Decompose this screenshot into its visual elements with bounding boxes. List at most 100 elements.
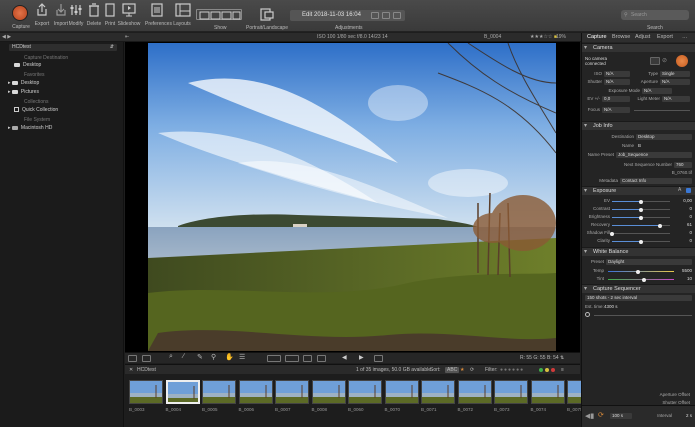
search-input[interactable]: ⚲ Search (621, 10, 689, 20)
iso-select[interactable]: N/A (604, 71, 630, 77)
exposure-slider-value[interactable]: 0 (674, 238, 692, 243)
camera-disconnect-icon[interactable]: ⊘ (662, 57, 672, 65)
temp-value[interactable]: 5500 (678, 268, 692, 273)
rotate-icon[interactable]: ⟳ (470, 367, 474, 373)
slider-track[interactable] (608, 279, 674, 280)
portrait-landscape-icon[interactable] (260, 8, 274, 23)
library-select[interactable]: HCDtest ⇵ (9, 44, 117, 51)
filmstrip-thumb[interactable]: B_0074 (530, 380, 565, 422)
zoom-icon[interactable]: ⚲ (211, 353, 220, 361)
filmstrip-thumb[interactable]: B_0072 (457, 380, 492, 422)
sequencer-start-icon[interactable] (585, 312, 590, 317)
slider-knob[interactable] (610, 231, 614, 236)
layouts-button[interactable]: Layouts (170, 3, 194, 27)
exposure-slider-value[interactable]: 61 (674, 222, 692, 227)
slideshow-button[interactable]: Slideshow (117, 3, 141, 27)
next-sequence-field[interactable]: 760 (674, 162, 692, 168)
capture-shutter-button[interactable] (676, 55, 688, 67)
image-viewer[interactable] (125, 42, 580, 352)
slider-knob[interactable] (639, 239, 643, 244)
skip-back-icon[interactable]: ◀▮ (585, 412, 594, 420)
exposure-slider-value[interactable]: 0,00 (674, 198, 692, 203)
interval-value[interactable]: 2 s (674, 413, 692, 418)
auto-icon[interactable]: A (678, 187, 681, 193)
sequencer-preset-select[interactable]: 150 shots - 2 sec interval (585, 295, 692, 301)
name-preset-select[interactable]: Job_Sequence (616, 152, 692, 158)
focus-slider[interactable] (634, 110, 690, 111)
exposure-slider-value[interactable]: 0 (674, 214, 692, 219)
filmstrip-thumb[interactable]: B_0004 (165, 380, 200, 422)
shutter-select[interactable]: N/A (604, 79, 630, 85)
filmstrip-thumb[interactable]: B_0006 (238, 380, 273, 422)
slider-knob[interactable] (657, 223, 662, 228)
library-item-macintosh-hd[interactable]: ▸ Macintosh HD (8, 125, 52, 131)
slider-knob[interactable] (635, 269, 640, 274)
slider-track[interactable] (608, 271, 674, 272)
green-label-filter[interactable] (539, 368, 543, 372)
compare-icon[interactable] (374, 355, 383, 362)
slider-track[interactable] (612, 233, 670, 234)
library-item-desktop[interactable]: ▸ Desktop (8, 80, 39, 86)
undo-icon[interactable] (371, 12, 379, 19)
library-item-desktop-destination[interactable]: Desktop (14, 62, 41, 68)
exposure-slider-value[interactable]: 0 (674, 206, 692, 211)
camera-settings-icon[interactable] (650, 57, 660, 65)
slider-knob[interactable] (639, 215, 643, 220)
filmstrip-thumb[interactable]: B_0007 (275, 380, 309, 422)
capture-sequencer-tool-header[interactable]: Capture Sequencer (582, 284, 695, 294)
grid-icon[interactable] (285, 355, 299, 362)
main-photo[interactable] (148, 43, 556, 351)
job-info-tool-header[interactable]: Job Info (582, 121, 695, 131)
exposure-slider-value[interactable]: 0 (674, 230, 692, 235)
red-label-filter[interactable] (551, 368, 555, 372)
viewer-collapse-icon[interactable]: ⇤ (125, 34, 129, 40)
redo-icon[interactable] (382, 12, 390, 19)
filmstrip-thumb[interactable]: B_0071 (421, 380, 455, 422)
nav-arrows-icon[interactable]: ◀ ▶ (2, 34, 11, 40)
browser-tab[interactable]: HCDtest (137, 367, 156, 373)
filmstrip-thumb[interactable]: B_0060 (348, 380, 382, 422)
filmstrip-options-icon[interactable]: ≡ (561, 367, 564, 373)
filmstrip-thumb[interactable]: B_0005 (202, 380, 236, 422)
show-toggle-group[interactable] (196, 9, 242, 20)
white-balance-tool-header[interactable]: White Balance (582, 247, 695, 257)
next-icon[interactable]: ▶ (359, 354, 368, 361)
rating-stars[interactable]: ★★★☆☆ ■ (530, 34, 557, 40)
type-select[interactable]: Single (660, 71, 690, 77)
close-icon[interactable]: ✕ (129, 367, 133, 373)
rating-filter[interactable]: ●●●●●● (500, 367, 524, 373)
brush-icon[interactable]: ☰ (239, 353, 248, 361)
crop-icon[interactable]: ⌕ (169, 353, 178, 360)
grid-view-icon[interactable] (317, 355, 326, 362)
slider-knob[interactable] (639, 199, 643, 204)
library-item-quick-collection[interactable]: Quick Collection (14, 107, 58, 113)
exposure-mode-select[interactable]: N/A (642, 88, 672, 94)
camera-tool-header[interactable]: Camera (582, 43, 695, 53)
tab-adjust[interactable]: Adjust (635, 34, 650, 40)
previous-icon[interactable]: ◀ (342, 354, 351, 361)
enable-checkbox[interactable] (686, 188, 691, 193)
filmstrip-thumb[interactable]: B_0003 (129, 380, 163, 422)
tab-browse[interactable]: Browse (612, 34, 630, 40)
filmstrip-thumb[interactable]: B_0008 (311, 380, 346, 422)
yellow-label-filter[interactable] (545, 368, 549, 372)
hand-icon[interactable]: ✋ (225, 353, 234, 361)
record-icon[interactable] (12, 5, 28, 21)
reset-icon[interactable] (393, 12, 401, 19)
overlay-icon[interactable] (267, 355, 281, 362)
preferences-button[interactable]: Preferences (145, 3, 172, 27)
tab-export[interactable]: Export (657, 34, 673, 40)
destination-select[interactable]: Desktop (636, 134, 692, 140)
metadata-select[interactable]: Contact Info (620, 178, 692, 184)
star-filter-icon[interactable]: ★ (460, 367, 464, 373)
sequencer-timeline[interactable] (594, 315, 692, 316)
focus-select[interactable]: N/A (602, 107, 630, 113)
filmstrip-icon[interactable] (303, 355, 312, 362)
tint-value[interactable]: 10 (678, 276, 692, 281)
adjustments-title-field[interactable]: Edit 2018-11-03 16:04 (290, 10, 405, 21)
filmstrip-thumb[interactable]: B_0070 (384, 380, 419, 422)
picker-icon[interactable]: ✎ (197, 353, 206, 361)
repeat-icon[interactable]: ⟳ (598, 411, 604, 419)
sort-select[interactable]: ABC (445, 367, 460, 373)
straighten-icon[interactable]: ∕ (183, 353, 192, 360)
